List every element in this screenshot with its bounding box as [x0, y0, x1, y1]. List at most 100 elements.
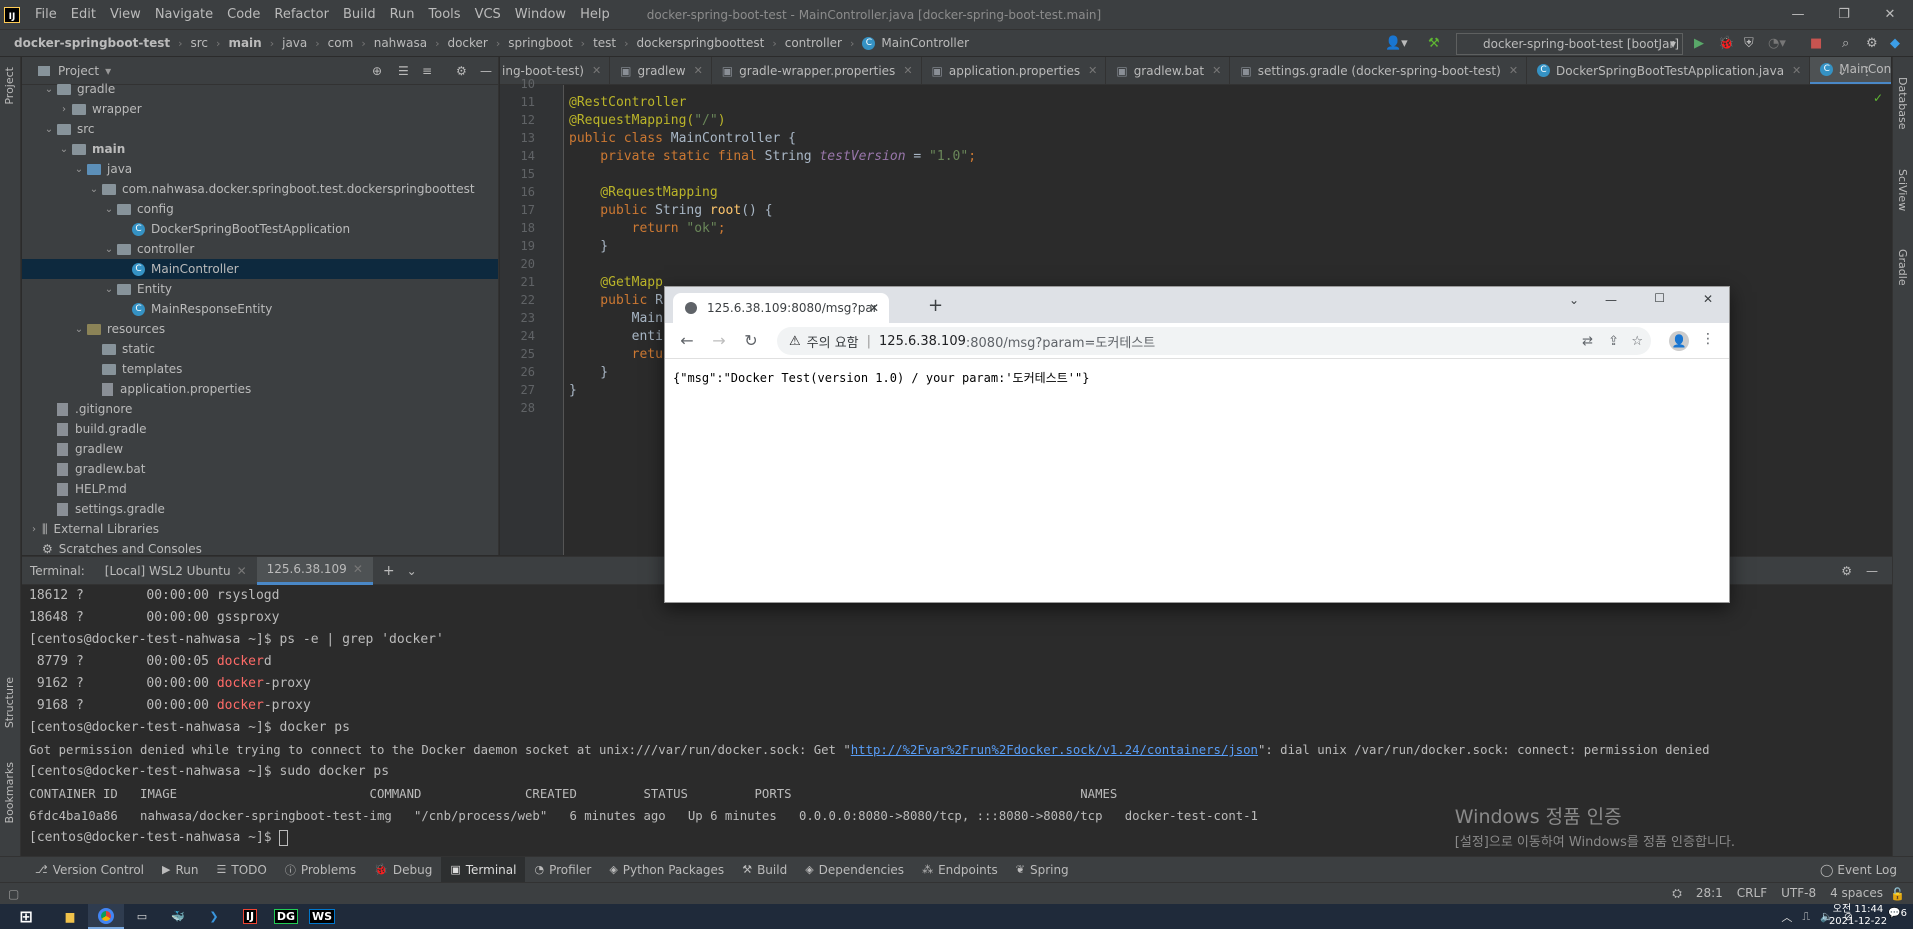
- breadcrumb-item[interactable]: docker: [447, 36, 487, 50]
- browser-tab[interactable]: 125.6.38.109:8080/msg?param= ✕: [673, 293, 889, 323]
- terminal-tab-local[interactable]: [Local] WSL2 Ubuntu ✕: [95, 557, 257, 585]
- close-icon[interactable]: ✕: [237, 564, 247, 578]
- tree-item[interactable]: application.properties: [22, 379, 498, 399]
- tree-item[interactable]: C MainResponseEntity: [22, 299, 498, 319]
- back-icon[interactable]: ←: [671, 331, 703, 350]
- menu-help[interactable]: Help: [573, 7, 617, 22]
- locate-icon[interactable]: ⊕: [372, 64, 382, 78]
- indent-setting[interactable]: 4 spaces: [1830, 886, 1883, 901]
- breadcrumb-item[interactable]: main: [228, 36, 261, 50]
- tool-build[interactable]: ⚒ Build: [733, 857, 796, 883]
- more-icon[interactable]: ⋮: [1861, 64, 1873, 78]
- profile-icon[interactable]: ◔▾: [1768, 36, 1786, 51]
- tree-item[interactable]: ⌄ main: [22, 139, 498, 159]
- tool-endpoints[interactable]: ⁂ Endpoints: [913, 857, 1007, 883]
- tab-search-icon[interactable]: ⌄: [1569, 293, 1579, 307]
- chrome-icon[interactable]: [88, 904, 124, 929]
- menu-vcs[interactable]: VCS: [468, 7, 508, 22]
- new-terminal-icon[interactable]: +: [383, 563, 395, 579]
- tree-item[interactable]: ⌄ gradle: [22, 79, 498, 99]
- editor-tab[interactable]: ▣ gradle-wrapper.properties ✕: [712, 57, 922, 84]
- stop-icon[interactable]: ■: [1810, 36, 1822, 51]
- chevron-down-icon[interactable]: ⌄: [101, 244, 117, 255]
- chevron-down-icon[interactable]: ⌄: [71, 324, 87, 335]
- editor-tab[interactable]: ▣ gradlew.bat ✕: [1106, 57, 1231, 84]
- hide-icon[interactable]: —: [480, 64, 492, 78]
- tree-item[interactable]: C DockerSpringBootTestApplication: [22, 219, 498, 239]
- breadcrumb-item[interactable]: test: [593, 36, 616, 50]
- close-icon[interactable]: ✕: [353, 562, 363, 576]
- breadcrumb-item[interactable]: nahwasa: [374, 36, 427, 50]
- tool-debug[interactable]: 🐞 Debug: [365, 857, 441, 883]
- gear-icon[interactable]: ⚙: [1841, 564, 1852, 578]
- clock[interactable]: 오전 11:44 2021-12-22: [1823, 904, 1893, 929]
- tree-item[interactable]: ⌄ Entity: [22, 279, 498, 299]
- breadcrumb-item[interactable]: springboot: [508, 36, 572, 50]
- forward-icon[interactable]: →: [703, 331, 735, 350]
- structure-tool-button[interactable]: Structure: [3, 677, 16, 728]
- menu-refactor[interactable]: Refactor: [267, 7, 336, 22]
- bookmarks-tool-button[interactable]: Bookmarks: [3, 762, 16, 823]
- layout-icon[interactable]: ▢: [8, 887, 19, 901]
- tree-item[interactable]: › wrapper: [22, 99, 498, 119]
- editor-tab[interactable]: C DockerSpringBootTestApplication.java ✕: [1527, 57, 1811, 84]
- tree-item[interactable]: build.gradle: [22, 419, 498, 439]
- menu-edit[interactable]: Edit: [64, 7, 103, 22]
- chevron-down-icon[interactable]: ▾: [105, 64, 111, 78]
- new-tab-icon[interactable]: +: [928, 295, 943, 316]
- breadcrumb-item[interactable]: dockerspringboottest: [637, 36, 765, 50]
- run-icon[interactable]: ▶: [1694, 36, 1704, 51]
- editor-tab[interactable]: ▣ application.properties ✕: [922, 57, 1107, 84]
- docker-icon[interactable]: 🐳: [160, 904, 196, 929]
- tree-item[interactable]: C MainController: [22, 259, 498, 279]
- network-icon[interactable]: ⎍: [1802, 910, 1810, 924]
- profile-avatar[interactable]: 👤: [1669, 331, 1689, 351]
- lock-icon[interactable]: 🔓: [1890, 887, 1905, 901]
- project-tool-button[interactable]: Project: [3, 67, 16, 105]
- tool-run[interactable]: ▶ Run: [153, 857, 207, 883]
- chevron-right-icon[interactable]: ›: [56, 104, 72, 115]
- tree-item[interactable]: › ⫼ External Libraries: [22, 519, 498, 539]
- close-tab-icon[interactable]: ✕: [592, 64, 601, 77]
- maximize-icon[interactable]: ☐: [1654, 291, 1665, 305]
- editor-tab[interactable]: ▣ settings.gradle (docker-spring-boot-tes…: [1230, 57, 1528, 84]
- restore-icon[interactable]: ❐: [1821, 0, 1867, 29]
- translate-icon[interactable]: ⇄: [1582, 334, 1593, 349]
- tool-spring[interactable]: ❦ Spring: [1007, 857, 1078, 883]
- tool-problems[interactable]: ⓘ Problems: [276, 857, 365, 883]
- collapse-all-icon[interactable]: ≡: [422, 64, 432, 78]
- user-icon[interactable]: 👤▾: [1385, 36, 1408, 51]
- sciview-tool-button[interactable]: SciView: [1896, 169, 1909, 211]
- expand-all-icon[interactable]: ☰: [398, 64, 409, 78]
- menu-tools[interactable]: Tools: [422, 7, 468, 22]
- tree-item[interactable]: HELP.md: [22, 479, 498, 499]
- chevron-down-icon[interactable]: ⌄: [41, 84, 57, 95]
- tree-item[interactable]: templates: [22, 359, 498, 379]
- chevron-down-icon[interactable]: ⌄: [56, 144, 72, 155]
- windows-start-icon[interactable]: ⊞: [0, 904, 52, 929]
- webstorm-icon[interactable]: WS: [304, 904, 340, 929]
- close-icon[interactable]: ✕: [1703, 292, 1713, 306]
- chevron-down-icon[interactable]: ⌄: [407, 564, 417, 578]
- terminal-app-icon[interactable]: ▭: [124, 904, 160, 929]
- tree-item[interactable]: static: [22, 339, 498, 359]
- tree-item[interactable]: ⌄ src: [22, 119, 498, 139]
- menu-build[interactable]: Build: [336, 7, 383, 22]
- notification-center[interactable]: 💬6: [1888, 908, 1907, 919]
- gear-icon[interactable]: ⚙: [456, 64, 467, 78]
- hammer-icon[interactable]: ⚒: [1428, 36, 1440, 51]
- coverage-icon[interactable]: ⛨: [1744, 36, 1754, 51]
- address-bar[interactable]: ⚠ 주의 요함 | 125.6.38.109:8080/msg?param=도커…: [777, 327, 1651, 355]
- menu-code[interactable]: Code: [220, 7, 267, 22]
- event-log-button[interactable]: ◯ Event Log: [1820, 863, 1897, 877]
- editor-tab[interactable]: ▣ gradlew ✕: [610, 57, 712, 84]
- plugin-icon[interactable]: ◆: [1890, 36, 1900, 51]
- menu-view[interactable]: View: [103, 7, 148, 22]
- chevron-down-icon[interactable]: ⌄: [86, 184, 102, 195]
- tree-item[interactable]: ⌄ java: [22, 159, 498, 179]
- terminal-tab-remote[interactable]: 125.6.38.109 ✕: [256, 556, 373, 585]
- tree-item[interactable]: ⌄ resources: [22, 319, 498, 339]
- search-icon[interactable]: ⌕: [1842, 36, 1849, 51]
- minimize-icon[interactable]: —: [1775, 0, 1821, 29]
- security-label[interactable]: 주의 요함: [807, 332, 859, 351]
